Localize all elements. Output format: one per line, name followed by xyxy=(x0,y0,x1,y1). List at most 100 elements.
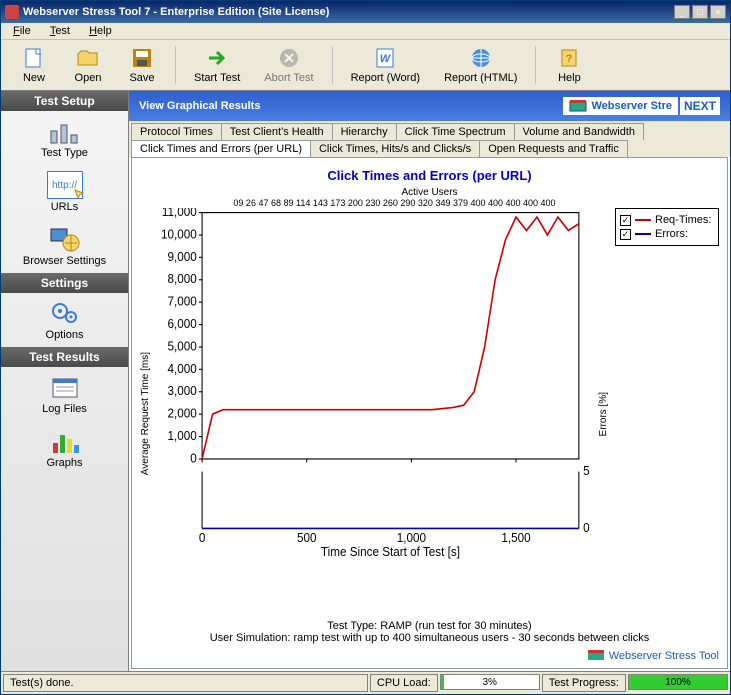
open-icon xyxy=(76,46,100,70)
app-icon xyxy=(5,5,19,19)
legend-line-red xyxy=(635,219,651,221)
banner-title: View Graphical Results xyxy=(139,100,260,112)
chart-brand: Webserver Stress Tool xyxy=(140,644,719,662)
sidebar-head-setup: Test Setup xyxy=(1,91,128,111)
graphs-label: Graphs xyxy=(46,457,82,469)
tab-click-hits-clicks[interactable]: Click Times, Hits/s and Clicks/s xyxy=(310,140,480,157)
window-title: Webserver Stress Tool 7 - Enterprise Edi… xyxy=(23,6,674,18)
play-icon xyxy=(205,46,229,70)
legend-errors[interactable]: ✓Errors: xyxy=(620,227,714,241)
svg-text:1,000: 1,000 xyxy=(167,429,196,443)
tab-volume-bandwidth[interactable]: Volume and Bandwidth xyxy=(514,123,645,140)
tab-protocol-times[interactable]: Protocol Times xyxy=(131,123,222,140)
y2-axis-label: Errors [%] xyxy=(598,392,609,436)
stop-icon xyxy=(277,46,301,70)
svg-text:500: 500 xyxy=(297,531,317,545)
open-button[interactable]: Open xyxy=(63,44,113,86)
new-icon xyxy=(22,46,46,70)
browser-label: Browser Settings xyxy=(23,255,106,267)
legend: ✓Req-Times: ✓Errors: xyxy=(609,208,719,620)
new-label: New xyxy=(23,72,45,84)
next-button[interactable]: NEXT xyxy=(680,97,720,115)
body: Test Setup Test Type http://URLs Browser… xyxy=(1,91,730,671)
svg-text:?: ? xyxy=(566,53,573,65)
chart-body: Average Request Time [ms] 01,0002,0003,0… xyxy=(140,208,719,620)
svg-text:5: 5 xyxy=(583,464,590,478)
sidebar-head-results: Test Results xyxy=(1,347,128,367)
html-icon xyxy=(469,46,493,70)
tab-hierarchy[interactable]: Hierarchy xyxy=(332,123,397,140)
test-type-icon xyxy=(47,117,83,145)
start-test-button[interactable]: Start Test xyxy=(184,44,250,86)
sidebar-item-urls[interactable]: http://URLs xyxy=(1,165,128,219)
help-icon: ? xyxy=(557,46,581,70)
open-label: Open xyxy=(75,72,102,84)
checkbox-icon[interactable]: ✓ xyxy=(620,215,631,226)
help-label: Help xyxy=(558,72,581,84)
legend-line-blue xyxy=(635,233,651,235)
svg-text:4,000: 4,000 xyxy=(167,361,196,375)
browser-icon xyxy=(47,225,83,253)
svg-text:1,500: 1,500 xyxy=(501,531,530,545)
cpu-load-label: CPU Load: xyxy=(370,674,438,692)
chart-foot2: User Simulation: ramp test with up to 40… xyxy=(140,632,719,644)
urls-icon: http:// xyxy=(47,171,83,199)
test-progress-bar: 100% xyxy=(628,674,728,690)
status-message: Test(s) done. xyxy=(3,674,368,692)
sidebar-item-graphs[interactable]: Graphs xyxy=(1,421,128,475)
app-window: Webserver Stress Tool 7 - Enterprise Edi… xyxy=(0,0,731,695)
test-progress-label: Test Progress: xyxy=(542,674,626,692)
svg-text:0: 0 xyxy=(190,451,197,465)
report-word-button[interactable]: WReport (Word) xyxy=(341,44,430,86)
tab-click-times-errors[interactable]: Click Times and Errors (per URL) xyxy=(131,140,311,157)
svg-text:0: 0 xyxy=(583,520,590,534)
save-button[interactable]: Save xyxy=(117,44,167,86)
main: View Graphical Results Webserver Stre NE… xyxy=(129,91,730,671)
chart-foot1: Test Type: RAMP (run test for 30 minutes… xyxy=(140,620,719,632)
test-type-label: Test Type xyxy=(41,147,88,159)
help-button[interactable]: ? Help xyxy=(544,44,594,86)
plot-svg: 01,0002,0003,0004,0005,0006,0007,0008,00… xyxy=(151,208,598,620)
tab-click-spectrum[interactable]: Click Time Spectrum xyxy=(396,123,515,140)
y-axis-label: Average Request Time [ms] xyxy=(140,352,151,475)
sidebar-item-log-files[interactable]: Log Files xyxy=(1,367,128,421)
toolbar: New Open Save Start Test Abort Test WRep… xyxy=(1,40,730,91)
svg-text:8,000: 8,000 xyxy=(167,272,196,286)
y-axis: Average Request Time [ms] xyxy=(140,208,151,620)
tab-row-2: Click Times and Errors (per URL) Click T… xyxy=(131,140,728,157)
menu-help[interactable]: Help xyxy=(81,23,120,39)
report-html-button[interactable]: Report (HTML) xyxy=(434,44,527,86)
close-button[interactable]: × xyxy=(710,5,726,19)
save-icon xyxy=(130,46,154,70)
menu-file[interactable]: File xyxy=(5,23,39,39)
reportw-label: Report (Word) xyxy=(351,72,420,84)
legend-req-times[interactable]: ✓Req-Times: xyxy=(620,213,714,227)
new-button[interactable]: New xyxy=(9,44,59,86)
svg-text:0: 0 xyxy=(199,531,206,545)
toolbar-separator xyxy=(535,46,536,84)
chart-area: Click Times and Errors (per URL) Active … xyxy=(131,157,728,669)
menu-test[interactable]: Test xyxy=(42,23,78,39)
titlebar: Webserver Stress Tool 7 - Enterprise Edi… xyxy=(1,1,730,23)
logfiles-label: Log Files xyxy=(42,403,87,415)
minimize-button[interactable]: _ xyxy=(674,5,690,19)
maximize-button[interactable]: □ xyxy=(692,5,708,19)
reporth-label: Report (HTML) xyxy=(444,72,517,84)
sidebar-item-options[interactable]: Options xyxy=(1,293,128,347)
abort-test-button[interactable]: Abort Test xyxy=(254,44,323,86)
cpu-load-bar: 3% xyxy=(440,674,540,690)
sidebar-item-browser[interactable]: Browser Settings xyxy=(1,219,128,273)
top-axis-label: Active Users xyxy=(140,187,719,198)
window-buttons: _ □ × xyxy=(674,5,726,19)
checkbox-icon[interactable]: ✓ xyxy=(620,229,631,240)
sidebar: Test Setup Test Type http://URLs Browser… xyxy=(1,91,129,671)
tab-open-requests[interactable]: Open Requests and Traffic xyxy=(479,140,628,157)
sidebar-item-test-type[interactable]: Test Type xyxy=(1,111,128,165)
chart-title: Click Times and Errors (per URL) xyxy=(140,168,719,183)
statusbar: Test(s) done. CPU Load: 3% Test Progress… xyxy=(1,671,730,694)
svg-text:5,000: 5,000 xyxy=(167,339,196,353)
tab-client-health[interactable]: Test Client's Health xyxy=(221,123,333,140)
toolbar-separator xyxy=(175,46,176,84)
logfiles-icon xyxy=(47,373,83,401)
plot: 01,0002,0003,0004,0005,0006,0007,0008,00… xyxy=(151,208,598,620)
